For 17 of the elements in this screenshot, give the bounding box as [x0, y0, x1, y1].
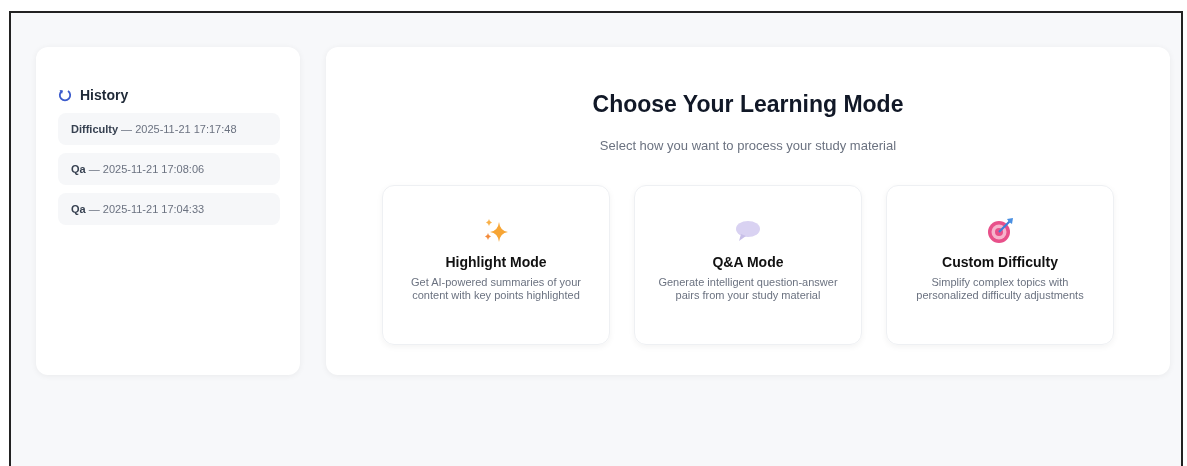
history-item[interactable]: Qa — 2025-11-21 17:04:33 — [58, 193, 280, 225]
history-item[interactable]: Difficulty — 2025-11-21 17:17:48 — [58, 113, 280, 145]
card-description: Simplify complex topics with personalized difficulty adjustments — [915, 276, 1085, 303]
page-subtitle: Select how you want to process your study material — [599, 138, 897, 153]
card-description: Generate intelligent question-answer pairs from your study material — [658, 276, 838, 303]
card-title: Highlight Mode — [445, 254, 547, 270]
refresh-icon — [58, 88, 72, 102]
history-title: History — [80, 87, 129, 103]
page-title: Choose Your Learning Mode — [592, 91, 904, 118]
card-title: Custom Difficulty — [942, 254, 1058, 270]
mode-card[interactable]: Highlight Mode Get AI-powered summaries of your content with key points highlighted — [382, 185, 610, 345]
card-title: Q&A Mode — [712, 254, 784, 270]
card-description: Get AI-powered summaries of your content with key points highlighted — [410, 276, 582, 303]
mode-card[interactable]: Q&A Mode Generate intelligent question-answer pairs from your study material — [634, 185, 862, 345]
history-item[interactable]: Qa — 2025-11-21 17:08:06 — [58, 153, 280, 185]
target-icon — [985, 216, 1015, 246]
mode-card[interactable]: Custom Difficulty Simplify complex topics with personalized difficulty adjustments — [886, 185, 1114, 345]
